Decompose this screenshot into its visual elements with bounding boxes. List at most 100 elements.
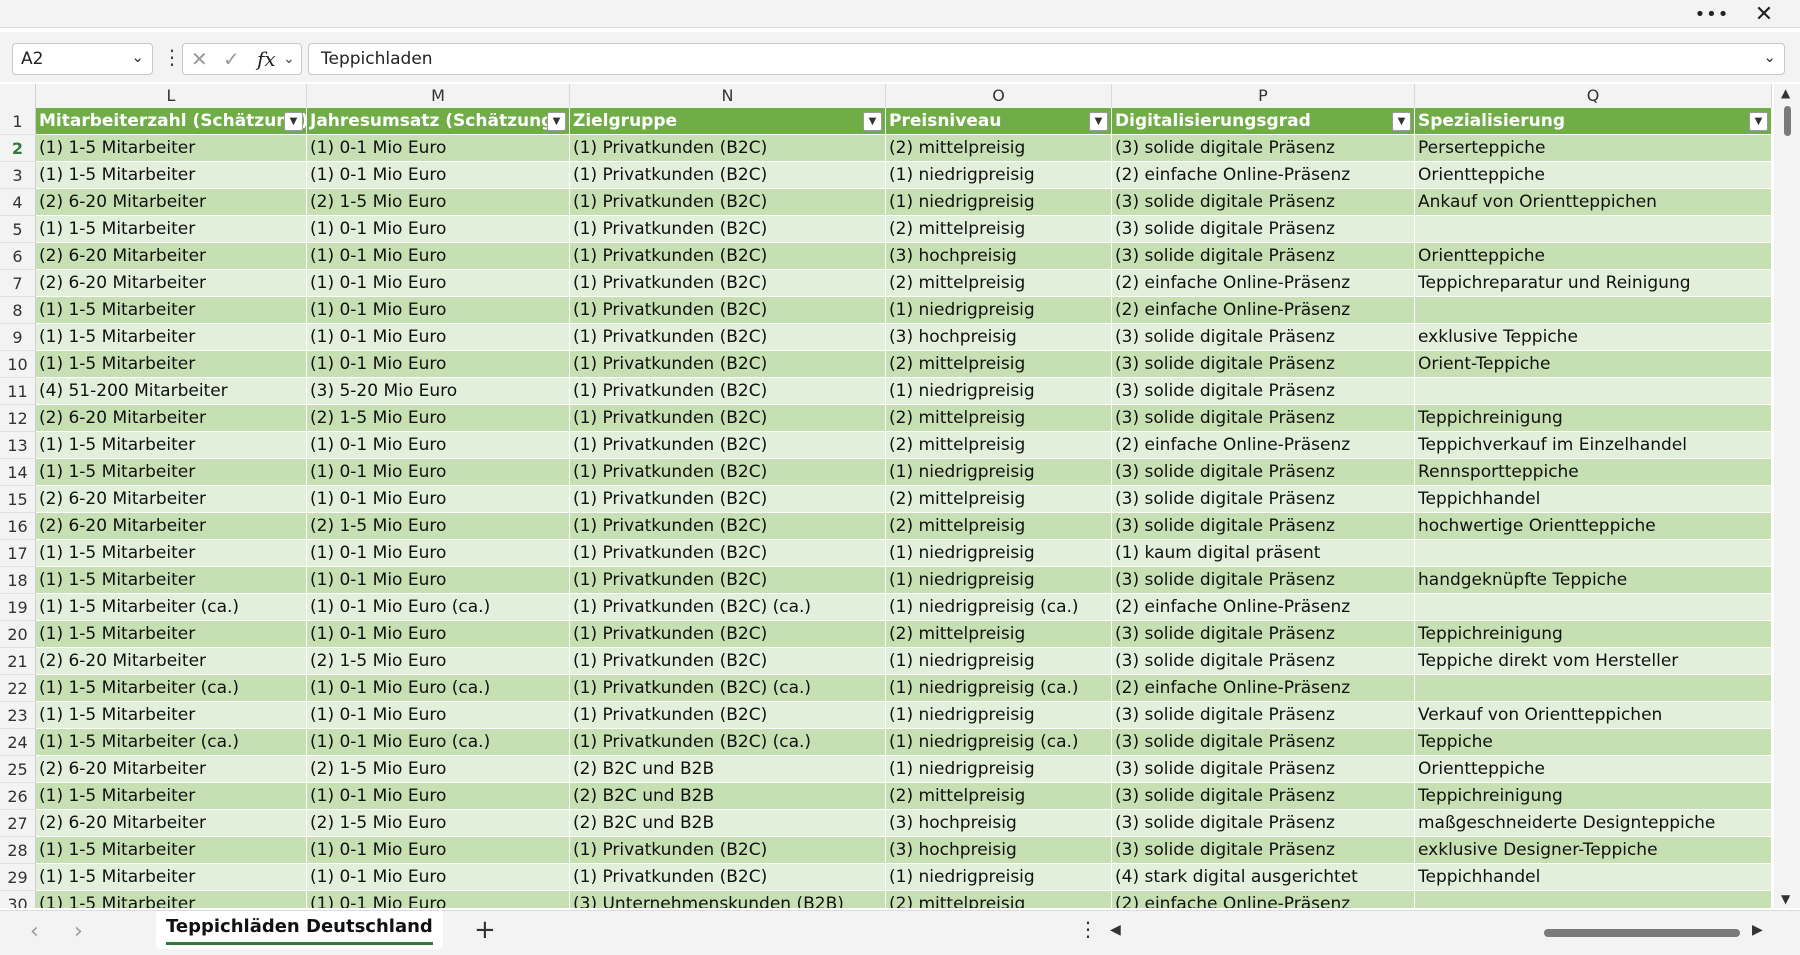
table-cell[interactable]: (1) niedrigpreisig — [886, 540, 1112, 567]
table-cell[interactable]: (1) Privatkunden (B2C) — [570, 540, 886, 567]
row-number[interactable]: 29 — [0, 864, 36, 891]
table-cell[interactable]: (1) 1-5 Mitarbeiter — [36, 837, 307, 864]
table-cell[interactable]: (2) 6-20 Mitarbeiter — [36, 810, 307, 837]
worksheet-grid[interactable]: LMNOPQ 1 Mitarbeiterzahl (Schätzung) ▼ Jahr… — [0, 84, 1772, 908]
table-cell[interactable] — [1415, 540, 1772, 567]
header-cell[interactable]: Zielgruppe ▼ — [570, 108, 886, 135]
header-cell[interactable]: Spezialisierung ▼ — [1415, 108, 1772, 135]
row-number[interactable]: 23 — [0, 702, 36, 729]
cancel-icon[interactable]: ✕ — [191, 47, 208, 71]
table-cell[interactable]: (1) Privatkunden (B2C) — [570, 864, 886, 891]
table-cell[interactable]: Teppichverkauf im Einzelhandel — [1415, 432, 1772, 459]
name-box[interactable]: A2 ⌄ — [12, 43, 153, 75]
table-cell[interactable]: (1) Privatkunden (B2C) — [570, 162, 886, 189]
table-cell[interactable]: (2) mittelpreisig — [886, 351, 1112, 378]
table-cell[interactable]: (1) 0-1 Mio Euro (ca.) — [307, 729, 570, 756]
horizontal-scroll-thumb[interactable] — [1544, 929, 1740, 937]
table-cell[interactable]: (1) Privatkunden (B2C) (ca.) — [570, 594, 886, 621]
insert-function-icon[interactable]: fx — [257, 47, 276, 71]
table-cell[interactable]: (4) stark digital ausgerichtet — [1112, 864, 1415, 891]
table-cell[interactable]: (2) B2C und B2B — [570, 810, 886, 837]
table-cell[interactable] — [1415, 297, 1772, 324]
table-cell[interactable]: (1) 0-1 Mio Euro — [307, 567, 570, 594]
filter-dropdown-icon[interactable]: ▼ — [284, 112, 303, 131]
table-cell[interactable]: Teppichhandel — [1415, 486, 1772, 513]
table-cell[interactable]: (1) Privatkunden (B2C) — [570, 837, 886, 864]
scroll-left-arrow-icon[interactable]: ◀ — [1110, 922, 1121, 938]
table-cell[interactable]: (3) solide digitale Präsenz — [1112, 810, 1415, 837]
table-cell[interactable]: (1) Privatkunden (B2C) — [570, 324, 886, 351]
table-cell[interactable]: (3) hochpreisig — [886, 243, 1112, 270]
next-sheet-icon[interactable]: › — [74, 919, 83, 944]
table-cell[interactable]: (2) 1-5 Mio Euro — [307, 648, 570, 675]
row-number[interactable]: 1 — [0, 108, 36, 135]
table-cell[interactable]: (1) 0-1 Mio Euro — [307, 783, 570, 810]
table-cell[interactable]: (1) niedrigpreisig — [886, 189, 1112, 216]
table-cell[interactable]: (1) 0-1 Mio Euro — [307, 837, 570, 864]
table-cell[interactable]: (2) 6-20 Mitarbeiter — [36, 513, 307, 540]
table-cell[interactable]: (2) B2C und B2B — [570, 756, 886, 783]
table-cell[interactable]: Orientteppiche — [1415, 756, 1772, 783]
table-cell[interactable]: (2) einfache Online-Präsenz — [1112, 270, 1415, 297]
table-cell[interactable] — [1415, 891, 1772, 908]
row-number[interactable]: 3 — [0, 162, 36, 189]
table-cell[interactable]: (1) 1-5 Mitarbeiter (ca.) — [36, 729, 307, 756]
vertical-scroll-thumb[interactable] — [1784, 106, 1791, 136]
table-cell[interactable] — [1415, 594, 1772, 621]
table-cell[interactable]: (1) 1-5 Mitarbeiter — [36, 567, 307, 594]
table-cell[interactable]: exklusive Designer-Teppiche — [1415, 837, 1772, 864]
scroll-up-arrow-icon[interactable]: ▲ — [1781, 86, 1790, 100]
table-cell[interactable]: Rennsportteppiche — [1415, 459, 1772, 486]
row-number[interactable]: 7 — [0, 270, 36, 297]
table-cell[interactable]: (1) 0-1 Mio Euro — [307, 459, 570, 486]
table-cell[interactable]: (3) solide digitale Präsenz — [1112, 459, 1415, 486]
table-cell[interactable]: (3) hochpreisig — [886, 810, 1112, 837]
table-cell[interactable]: Teppichreparatur und Reinigung — [1415, 270, 1772, 297]
row-number[interactable]: 14 — [0, 459, 36, 486]
formula-input[interactable]: Teppichladen ⌄ — [308, 43, 1785, 75]
table-cell[interactable]: (3) hochpreisig — [886, 324, 1112, 351]
table-cell[interactable]: Ankauf von Orientteppichen — [1415, 189, 1772, 216]
chevron-down-icon[interactable]: ⌄ — [283, 51, 295, 67]
row-number[interactable]: 30 — [0, 891, 36, 908]
check-icon[interactable]: ✓ — [223, 47, 240, 71]
table-cell[interactable]: (1) 1-5 Mitarbeiter — [36, 540, 307, 567]
table-cell[interactable]: (1) Privatkunden (B2C) — [570, 243, 886, 270]
sheet-tab-active[interactable]: Teppichläden Deutschland — [156, 911, 443, 949]
sheet-options-icon[interactable]: ⋮ — [1078, 917, 1098, 941]
table-cell[interactable]: (1) 1-5 Mitarbeiter — [36, 432, 307, 459]
table-cell[interactable]: Orientteppiche — [1415, 162, 1772, 189]
table-cell[interactable]: (1) Privatkunden (B2C) — [570, 351, 886, 378]
table-cell[interactable]: (2) 6-20 Mitarbeiter — [36, 756, 307, 783]
table-cell[interactable]: (1) Privatkunden (B2C) — [570, 378, 886, 405]
table-cell[interactable]: (1) 1-5 Mitarbeiter — [36, 324, 307, 351]
table-cell[interactable]: (1) niedrigpreisig — [886, 297, 1112, 324]
table-cell[interactable]: (1) Privatkunden (B2C) — [570, 189, 886, 216]
row-number[interactable]: 13 — [0, 432, 36, 459]
table-cell[interactable]: (1) Privatkunden (B2C) — [570, 486, 886, 513]
table-cell[interactable]: (3) 5-20 Mio Euro — [307, 378, 570, 405]
table-cell[interactable]: (3) solide digitale Präsenz — [1112, 378, 1415, 405]
table-cell[interactable]: (1) 0-1 Mio Euro — [307, 162, 570, 189]
table-cell[interactable]: (1) 0-1 Mio Euro — [307, 486, 570, 513]
table-cell[interactable]: (1) niedrigpreisig — [886, 162, 1112, 189]
row-number[interactable]: 15 — [0, 486, 36, 513]
table-cell[interactable]: (2) 1-5 Mio Euro — [307, 810, 570, 837]
table-cell[interactable]: (1) niedrigpreisig — [886, 378, 1112, 405]
table-cell[interactable]: (1) 1-5 Mitarbeiter — [36, 621, 307, 648]
table-cell[interactable]: (1) 1-5 Mitarbeiter — [36, 783, 307, 810]
table-cell[interactable]: (1) 0-1 Mio Euro — [307, 432, 570, 459]
table-cell[interactable]: Verkauf von Orientteppichen — [1415, 702, 1772, 729]
table-cell[interactable]: (1) 0-1 Mio Euro — [307, 540, 570, 567]
table-cell[interactable]: (1) 0-1 Mio Euro — [307, 864, 570, 891]
row-number[interactable]: 27 — [0, 810, 36, 837]
row-number[interactable]: 20 — [0, 621, 36, 648]
table-cell[interactable]: (2) 6-20 Mitarbeiter — [36, 189, 307, 216]
table-cell[interactable]: (2) mittelpreisig — [886, 513, 1112, 540]
close-icon[interactable]: ✕ — [1742, 0, 1786, 28]
table-cell[interactable]: (2) einfache Online-Präsenz — [1112, 594, 1415, 621]
row-number[interactable]: 25 — [0, 756, 36, 783]
row-number[interactable]: 6 — [0, 243, 36, 270]
table-cell[interactable]: (3) solide digitale Präsenz — [1112, 567, 1415, 594]
table-cell[interactable]: (3) solide digitale Präsenz — [1112, 729, 1415, 756]
